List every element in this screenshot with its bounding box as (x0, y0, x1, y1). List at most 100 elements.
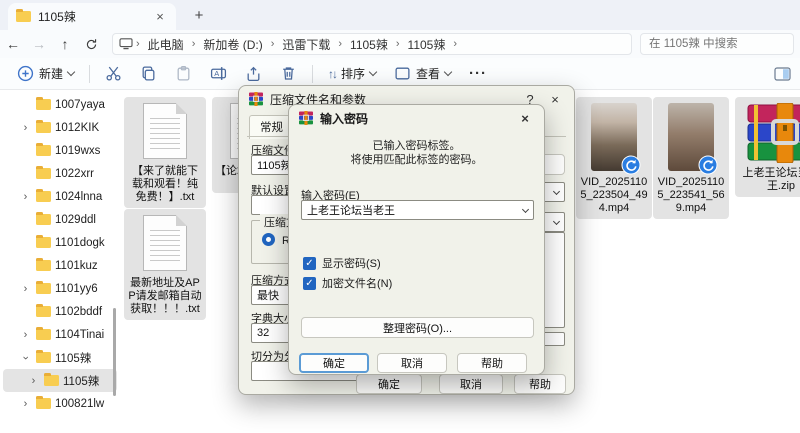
show-password-checkbox[interactable]: ✓ 显示密码(S) (303, 255, 381, 271)
tab-close-icon[interactable]: × (152, 9, 168, 24)
chevron-down-icon (444, 68, 452, 76)
folder-icon (44, 375, 59, 386)
chevron-down-icon (522, 205, 529, 212)
chevron-right-icon[interactable]: › (19, 283, 32, 295)
view-button[interactable]: 查看 (385, 61, 460, 87)
details-pane-icon[interactable] (774, 66, 792, 82)
navigation-bar: ← → ↑ › 此电脑 › 新加卷 (D:) › 迅雷下载 › 1105辣 › … (0, 30, 800, 58)
chevron-right-icon: › (191, 38, 197, 50)
search-box[interactable] (640, 33, 794, 55)
chevron-right-icon: › (270, 38, 276, 50)
folder-icon (36, 214, 51, 225)
file-item-video-2[interactable]: VID_20251105_223541_569.mp4 (653, 97, 729, 219)
cut-button[interactable] (96, 61, 131, 87)
view-button-label: 查看 (416, 65, 440, 82)
folder-icon (36, 168, 51, 179)
folder-icon (36, 122, 51, 133)
sidebar-item-1101kuz[interactable]: ›1101kuz (3, 254, 117, 277)
breadcrumb-thunder-download[interactable]: 迅雷下载 (277, 36, 335, 53)
file-name: 最新地址及APP请发邮箱自动获取！！！.txt (127, 277, 203, 316)
chevron-right-icon[interactable]: › (19, 122, 32, 134)
delete-button[interactable] (271, 61, 306, 87)
more-icon: ··· (469, 65, 487, 82)
toolbar-divider (312, 65, 313, 83)
chevron-down-icon (553, 217, 560, 224)
new-button[interactable]: 新建 (8, 61, 83, 87)
chevron-right-icon[interactable]: › (27, 375, 40, 387)
file-item-zip[interactable]: 上老王论坛当老王.zip (735, 97, 800, 197)
password-value: 上老王论坛当老王 (307, 202, 395, 218)
chevron-right-icon[interactable]: › (19, 398, 32, 410)
sidebar-item-1007yaya[interactable]: ›1007yaya (3, 93, 117, 116)
share-button[interactable] (236, 61, 271, 87)
sidebar-scrollbar[interactable] (113, 308, 116, 396)
chevron-right-icon[interactable]: › (19, 191, 32, 203)
copy-button[interactable] (131, 61, 166, 87)
new-tab-button[interactable]: + (186, 2, 212, 28)
format-rar-radio[interactable] (262, 233, 275, 246)
folder-icon (36, 283, 51, 294)
plus-circle-icon (17, 65, 34, 82)
rename-icon: A (210, 65, 227, 82)
rar-help-button[interactable]: 帮助 (514, 374, 566, 394)
file-item-video-1[interactable]: VID_20251105_223504_494.mp4 (576, 97, 652, 219)
sort-button[interactable]: ↑↓ 排序 (319, 61, 385, 87)
password-ok-button[interactable]: 确定 (299, 353, 369, 373)
password-cancel-button[interactable]: 取消 (377, 353, 447, 373)
toolbar-divider (89, 65, 90, 83)
file-item-txt-1[interactable]: 【来了就能下载和观看！纯免费！】.txt (124, 97, 206, 208)
folder-icon (36, 260, 51, 271)
checkbox-checked-icon: ✓ (303, 277, 316, 290)
sidebar-item-1102bddf[interactable]: ›1102bddf (3, 300, 117, 323)
rename-button[interactable]: A (201, 61, 236, 87)
paste-button[interactable] (166, 61, 201, 87)
checkbox-checked-icon: ✓ (303, 257, 316, 270)
file-item-txt-3[interactable]: 最新地址及APP请发邮箱自动获取！！！.txt (124, 209, 206, 320)
sidebar-item-1101dogk[interactable]: ›1101dogk (3, 231, 117, 254)
folder-icon (36, 237, 51, 248)
sort-icon: ↑↓ (328, 67, 336, 81)
chevron-right-icon: › (395, 38, 401, 50)
copy-icon (140, 65, 157, 82)
sidebar-item-1024lnna[interactable]: ›1024lnna (3, 185, 117, 208)
sidebar-item-1022xrr[interactable]: ›1022xrr (3, 162, 117, 185)
sidebar-item-100821lw[interactable]: ›100821lw (3, 392, 117, 415)
forward-icon[interactable]: → (26, 36, 52, 52)
sidebar-item-1029ddl[interactable]: ›1029ddl (3, 208, 117, 231)
explorer-tab[interactable]: 1105辣 × (8, 3, 176, 30)
search-input[interactable] (641, 34, 793, 54)
winrar-icon (249, 92, 263, 106)
encrypt-names-checkbox[interactable]: ✓ 加密文件名(N) (303, 275, 392, 291)
password-dialog-titlebar: 输入密码 × (289, 105, 544, 131)
sidebar-item-1104Tinai[interactable]: ›1104Tinai (3, 323, 117, 346)
chevron-down-icon (67, 68, 75, 76)
video-thumbnail (591, 103, 637, 171)
tab-title: 1105辣 (38, 8, 76, 25)
password-combo[interactable]: 上老王论坛当老王 (301, 200, 534, 220)
chevron-down-icon[interactable]: › (20, 351, 32, 364)
sidebar-item-1105la[interactable]: ›1105辣 (3, 346, 117, 369)
breadcrumb-this-pc[interactable]: 此电脑 (143, 36, 189, 53)
file-name: VID_20251105_223504_494.mp4 (579, 176, 649, 215)
back-icon[interactable]: ← (0, 36, 26, 52)
refresh-icon[interactable] (78, 38, 104, 51)
breadcrumb-folder-1105[interactable]: 1105辣 (345, 36, 393, 53)
rar-ok-button[interactable]: 确定 (356, 374, 422, 394)
folder-icon (36, 306, 51, 317)
sidebar-item-1019wxs[interactable]: ›1019wxs (3, 139, 117, 162)
file-name: VID_20251105_223541_569.mp4 (656, 176, 726, 215)
rar-cancel-button[interactable]: 取消 (439, 374, 503, 394)
sidebar-item-1105la-child[interactable]: ›1105辣 (3, 369, 117, 392)
organize-passwords-button[interactable]: 整理密码(O)... (301, 317, 534, 338)
sidebar-item-1101yy6[interactable]: ›1101yy6 (3, 277, 117, 300)
sidebar-item-1012KIK[interactable]: ›1012KIK (3, 116, 117, 139)
password-help-button[interactable]: 帮助 (457, 353, 527, 373)
close-icon[interactable]: × (516, 111, 534, 126)
close-icon[interactable]: × (546, 92, 564, 107)
this-pc-icon (119, 38, 133, 50)
more-options-button[interactable]: ··· (460, 61, 496, 87)
chevron-right-icon[interactable]: › (19, 329, 32, 341)
breadcrumb-drive-d[interactable]: 新加卷 (D:) (198, 36, 267, 53)
up-icon[interactable]: ↑ (52, 36, 78, 52)
breadcrumb-folder-1105-child[interactable]: 1105辣 (403, 36, 451, 53)
